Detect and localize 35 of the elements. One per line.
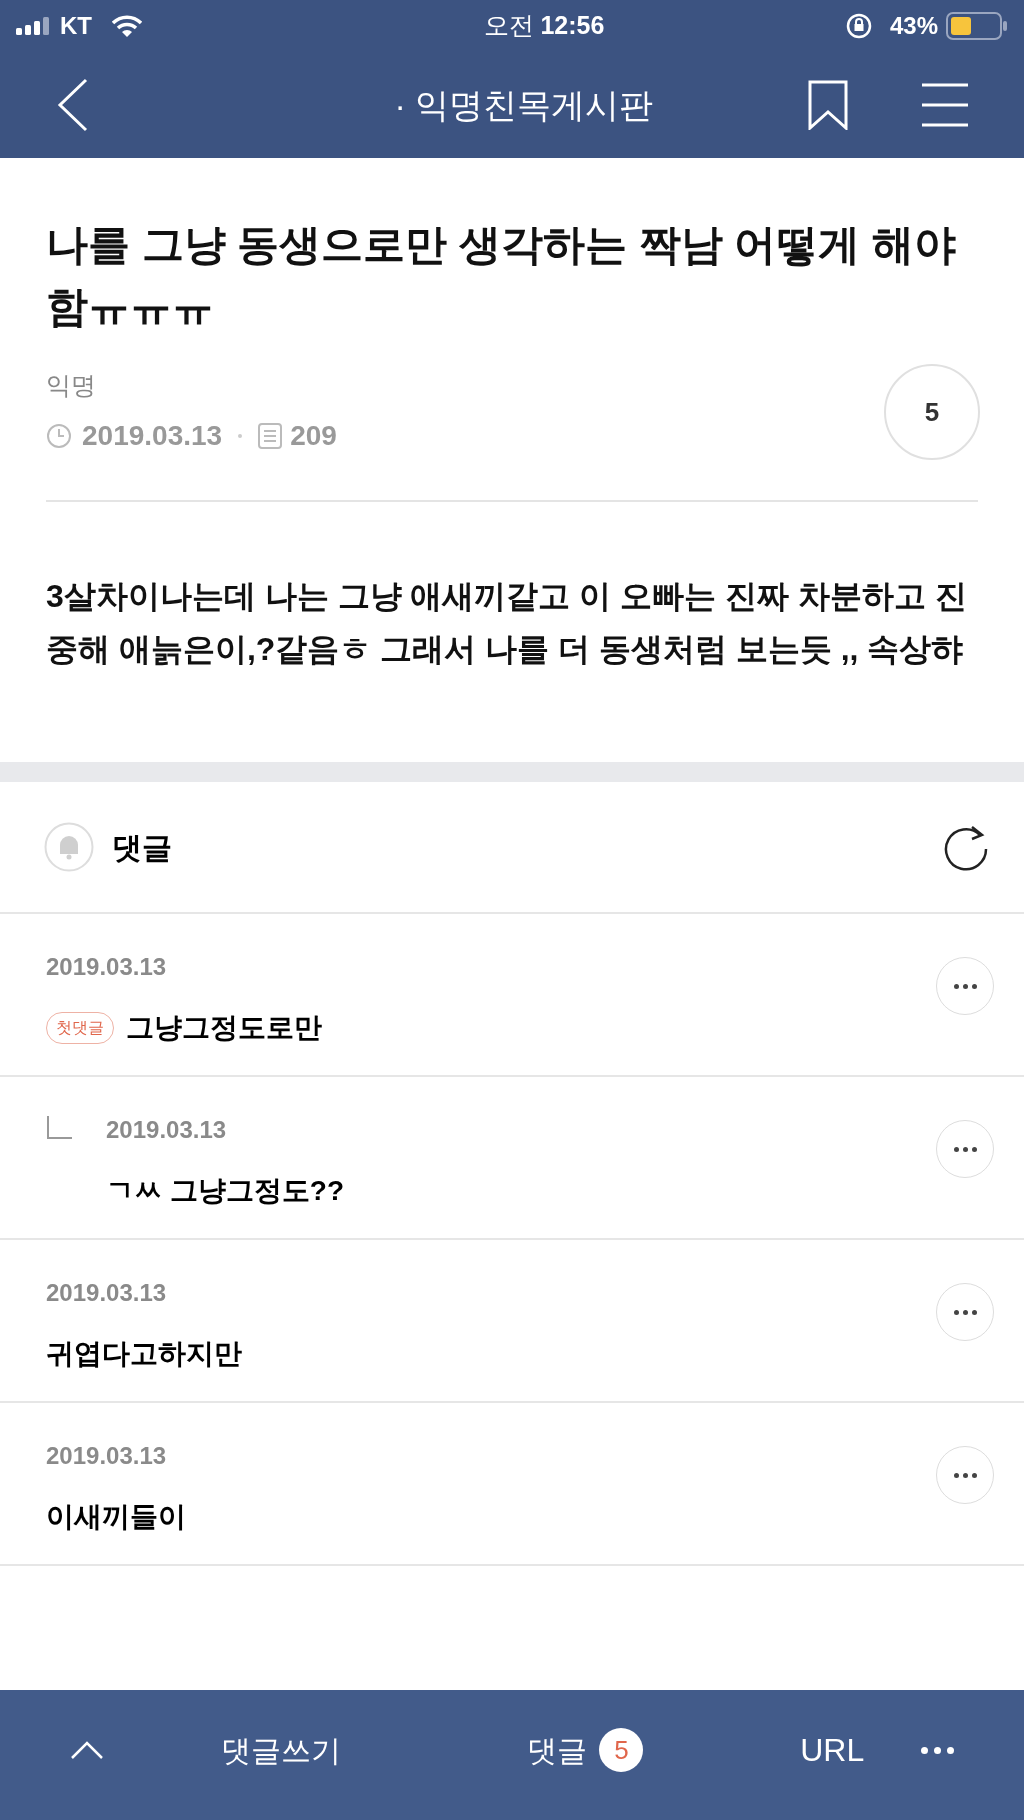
comment-text: 그냥그정도로만 xyxy=(126,1011,322,1045)
comment-count-badge: 5 xyxy=(599,1728,644,1772)
comment-text: ㄱㅆ 그냥그정도?? xyxy=(106,1174,344,1208)
view-count: 209 xyxy=(290,418,337,453)
comment-date: 2019.03.13 xyxy=(46,1278,168,1308)
document-icon xyxy=(258,422,283,449)
clock-icon xyxy=(46,422,72,449)
comment-date: 2019.03.13 xyxy=(46,952,168,982)
battery-percentage: 43% xyxy=(889,11,938,41)
comment-text: 귀엽다고하지만 xyxy=(46,1337,242,1371)
comments-button[interactable]: 댓글 5 xyxy=(527,1727,644,1773)
scroll-up-button[interactable] xyxy=(70,1740,104,1760)
signal-icon xyxy=(16,17,52,35)
post-date: 2019.03.13 xyxy=(82,418,223,453)
more-options-button[interactable] xyxy=(920,1746,954,1754)
comment-text: 이새끼들이 xyxy=(46,1500,186,1534)
clock: 오전 12:56 xyxy=(483,10,605,42)
menu-button[interactable] xyxy=(922,83,968,127)
comment-date: 2019.03.13 xyxy=(106,1115,228,1145)
url-button[interactable]: URL xyxy=(800,1726,865,1774)
rotation-lock-icon xyxy=(845,13,872,39)
bell-icon xyxy=(44,822,94,872)
write-comment-button[interactable]: 댓글쓰기 xyxy=(220,1727,341,1773)
board-title: · 익명친목게시판 xyxy=(394,84,654,126)
comment-date: 2019.03.13 xyxy=(46,1441,168,1471)
carrier-name: KT xyxy=(60,11,92,41)
author-name: 익명 xyxy=(46,370,97,402)
post-title: 나를 그냥 동생으로만 생각하는 짝남 어떻게 해야함ㅠㅠㅠ xyxy=(46,220,957,332)
comments-heading: 댓글 xyxy=(112,829,172,866)
bookmark-button[interactable] xyxy=(808,80,848,130)
post-body: 3살차이나는데 나는 그냥 애새끼같고 이 오빠는 진짜 차분하고 진중해 애늙은이,?같음ㅎ 그래서 나를 더 동생처럼 보는듯 ,, 속상햐 xyxy=(46,577,968,669)
refresh-button[interactable] xyxy=(942,823,990,871)
back-button[interactable] xyxy=(56,77,90,133)
battery-icon xyxy=(946,12,1008,40)
wifi-icon xyxy=(112,15,142,37)
